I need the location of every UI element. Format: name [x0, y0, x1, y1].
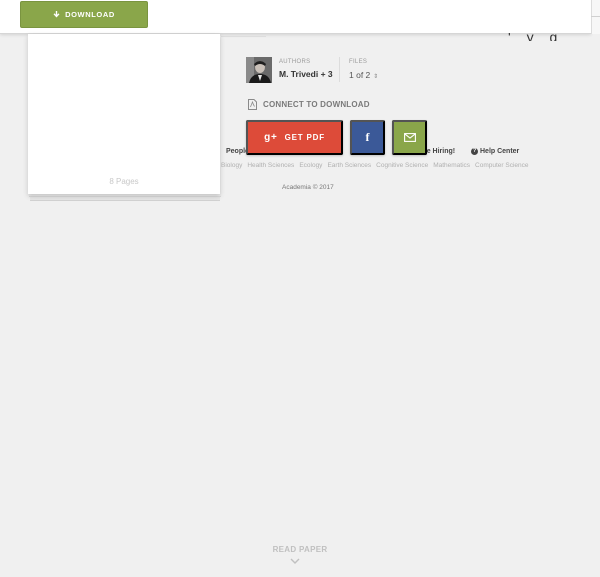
author-photo-icon: [246, 57, 272, 83]
pdf-file-icon: [248, 99, 257, 110]
files-selector[interactable]: 1 of 2 ⇕: [349, 70, 378, 80]
topic-link[interactable]: Cognitive Science: [376, 162, 428, 169]
top-bar-edge-divider: [591, 16, 600, 17]
topic-link[interactable]: Health Sciences: [247, 162, 294, 169]
connect-to-download-link[interactable]: CONNECT TO DOWNLOAD: [248, 99, 370, 110]
facebook-button[interactable]: f: [350, 120, 385, 155]
topic-link[interactable]: Mathematics: [433, 162, 470, 169]
topic-link[interactable]: Earth Sciences: [327, 162, 371, 169]
authors-label: AUTHORS: [279, 59, 311, 65]
footer-link-help[interactable]: ? Help Center: [471, 148, 519, 155]
footer-link-hiring[interactable]: re Hiring!: [424, 148, 455, 155]
download-button[interactable]: DOWNLOAD: [20, 1, 148, 28]
google-plus-icon: g+: [264, 132, 278, 143]
topic-link[interactable]: Computer Science: [475, 162, 528, 169]
paper-preview[interactable]: 8 Pages: [28, 34, 220, 194]
sort-caret-icon: ⇕: [373, 74, 379, 80]
authors-files-divider: [339, 57, 340, 82]
copyright-text: Academia © 2017: [282, 184, 334, 191]
topics-row: Biology Health Sciences Ecology Earth Sc…: [221, 162, 529, 169]
get-pdf-google-button[interactable]: g+ GET PDF: [246, 120, 343, 155]
chevron-down-icon[interactable]: [290, 558, 300, 565]
topic-link[interactable]: Biology: [221, 162, 242, 169]
read-paper-label[interactable]: READ PAPER: [0, 545, 600, 554]
files-label: FILES: [349, 59, 368, 65]
files-value: 1 of 2: [349, 70, 371, 80]
topic-link[interactable]: Ecology: [299, 162, 322, 169]
envelope-icon: [403, 133, 416, 142]
download-button-label: DOWNLOAD: [65, 10, 115, 19]
get-pdf-label: GET PDF: [284, 133, 325, 142]
help-circle-icon: ?: [471, 148, 478, 155]
facebook-icon: f: [365, 130, 370, 144]
page-count-label: 8 Pages: [109, 177, 139, 186]
paper-title-clipped: ' y g: [508, 33, 564, 41]
download-arrow-icon: [53, 11, 60, 18]
help-center-label: Help Center: [480, 148, 520, 155]
author-avatar[interactable]: [246, 57, 272, 83]
email-button[interactable]: [392, 120, 427, 155]
authors-value[interactable]: M. Trivedi + 3: [279, 69, 333, 79]
top-bar-side-panel: [591, 0, 600, 34]
connect-label: CONNECT TO DOWNLOAD: [263, 100, 370, 109]
